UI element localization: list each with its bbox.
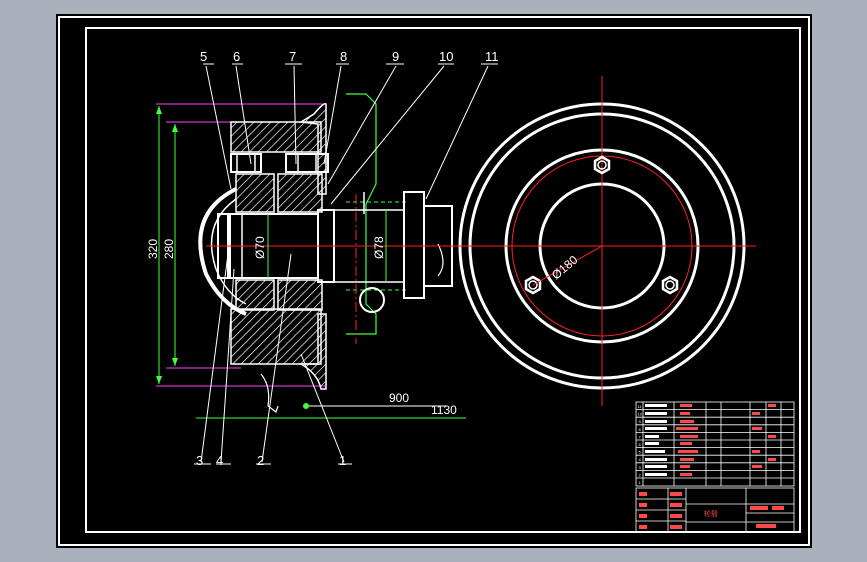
row-number-1: 1 — [639, 480, 642, 485]
dim-d180: Ø180 — [549, 252, 581, 282]
part-number-11: 11 — [485, 49, 499, 64]
parts-list-row-numbers: 11 10 9 8 7 6 5 4 3 2 1 — [638, 404, 643, 485]
part-number-1: 1 — [339, 453, 346, 468]
section-view — [156, 93, 466, 419]
row-number-8: 8 — [639, 427, 642, 432]
dim-d78: Ø78 — [372, 236, 386, 259]
dim-1130: 1130 — [431, 403, 457, 417]
part-number-5: 5 — [200, 49, 207, 64]
row-number-5: 5 — [639, 450, 642, 455]
part-number-7: 7 — [289, 49, 296, 64]
part-number-3: 3 — [196, 453, 203, 468]
part-number-2: 2 — [257, 453, 264, 468]
end-view — [446, 76, 756, 406]
part-numbers-top: 5 6 7 8 9 10 11 — [200, 49, 499, 64]
row-number-10: 10 — [638, 412, 643, 417]
row-number-6: 6 — [639, 442, 642, 447]
dim-320: 320 — [146, 239, 160, 259]
cad-drawing: 5 6 7 8 9 10 11 3 4 2 1 320 280 Ø70 Ø78 … — [58, 16, 810, 546]
part-numbers-bottom: 3 4 2 1 — [196, 453, 346, 468]
row-number-3: 3 — [639, 465, 642, 470]
part-number-6: 6 — [233, 49, 240, 64]
dim-d70: Ø70 — [253, 236, 267, 259]
outer-frame — [58, 16, 810, 546]
dim-900: 900 — [389, 391, 409, 405]
row-number-11: 11 — [638, 404, 643, 409]
row-number-9: 9 — [639, 419, 642, 424]
part-number-10: 10 — [439, 49, 453, 64]
drawing-title: 轮毂 — [704, 509, 718, 518]
drawing-sheet: 5 6 7 8 9 10 11 3 4 2 1 320 280 Ø70 Ø78 … — [56, 14, 812, 548]
part-number-9: 9 — [392, 49, 399, 64]
row-number-4: 4 — [639, 457, 642, 462]
part-number-8: 8 — [340, 49, 347, 64]
dim-280: 280 — [162, 239, 176, 259]
row-number-2: 2 — [639, 472, 642, 477]
row-number-7: 7 — [639, 434, 642, 439]
part-number-4: 4 — [216, 453, 223, 468]
